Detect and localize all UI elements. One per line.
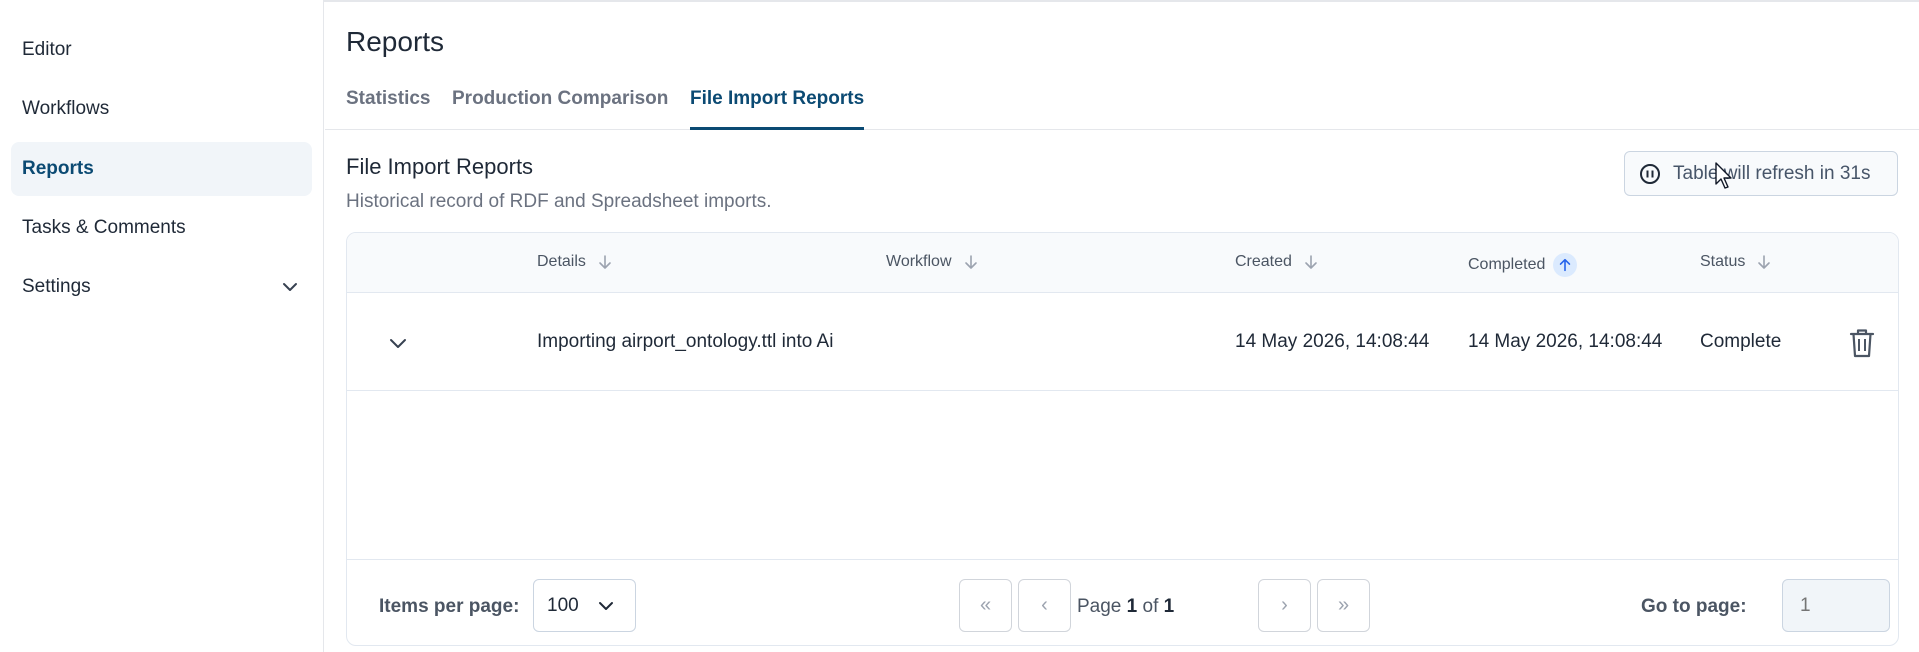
- go-to-page-label: Go to page:: [1641, 596, 1747, 617]
- sidebar: Editor Workflows Reports Tasks & Comment…: [0, 0, 324, 652]
- sidebar-item-editor[interactable]: Editor: [11, 23, 312, 77]
- column-label: Created: [1235, 253, 1292, 270]
- sidebar-item-settings[interactable]: Settings: [11, 260, 312, 314]
- table-row[interactable]: Importing airport_ontology.ttl into Ai 1…: [347, 294, 1898, 391]
- sidebar-item-workflows[interactable]: Workflows: [11, 82, 312, 136]
- refresh-label: Table will refresh in 31s: [1673, 162, 1871, 184]
- column-label: Workflow: [886, 253, 952, 270]
- go-to-page-input[interactable]: [1782, 579, 1890, 632]
- sort-arrow-icon: [1758, 255, 1771, 269]
- sidebar-item-label: Tasks & Comments: [22, 217, 186, 238]
- section-title: File Import Reports: [346, 154, 534, 179]
- column-label: Status: [1700, 253, 1746, 270]
- previous-page-button[interactable]: ‹: [1018, 579, 1071, 632]
- cursor-icon: [1715, 162, 1732, 189]
- column-label: Completed: [1468, 256, 1546, 273]
- main-content: Reports Statistics Production Comparison…: [325, 0, 1919, 652]
- tab-statistics[interactable]: Statistics: [346, 88, 430, 130]
- sort-arrow-icon: [964, 255, 977, 269]
- page-indicator: Page 1 of 1: [1077, 596, 1174, 618]
- sidebar-item-label: Workflows: [22, 98, 110, 119]
- sort-arrow-icon: [599, 255, 611, 269]
- column-header-workflow[interactable]: Workflow: [886, 253, 980, 271]
- items-per-page-label: Items per page:: [379, 596, 520, 617]
- chevron-down-icon: [599, 602, 613, 610]
- sidebar-item-tasks-comments[interactable]: Tasks & Comments: [11, 201, 312, 255]
- tab-bar: Statistics Production Comparison File Im…: [325, 80, 1919, 130]
- sidebar-item-label: Editor: [22, 39, 72, 60]
- section-subtitle: Historical record of RDF and Spreadsheet…: [346, 191, 772, 212]
- refresh-toggle-button[interactable]: Table will refresh in 31s: [1624, 151, 1898, 196]
- column-header-status[interactable]: Status: [1700, 253, 1773, 271]
- cell-created: 14 May 2026, 14:08:44: [1235, 331, 1430, 352]
- tab-production-comparison[interactable]: Production Comparison: [452, 88, 668, 130]
- total-pages: 1: [1163, 596, 1175, 617]
- page-of-label: of: [1142, 596, 1159, 617]
- table-footer: Items per page: 100 « ‹ Page 1 of 1 › » …: [347, 559, 1898, 645]
- items-per-page-value: 100: [547, 594, 579, 616]
- tab-file-import-reports[interactable]: File Import Reports: [690, 88, 865, 130]
- column-header-details[interactable]: Details: [537, 253, 614, 271]
- sidebar-item-reports[interactable]: Reports: [11, 142, 312, 196]
- column-label: Details: [537, 253, 586, 270]
- items-per-page-select[interactable]: 100: [533, 579, 636, 632]
- sort-active-indicator: [1553, 253, 1578, 277]
- chevron-down-icon[interactable]: [385, 330, 411, 356]
- sort-arrow-up-icon: [1560, 258, 1571, 272]
- first-page-button[interactable]: «: [959, 579, 1012, 632]
- column-header-created[interactable]: Created: [1235, 253, 1320, 271]
- reports-table: Details Workflow Created Completed Statu…: [346, 232, 1899, 646]
- pause-circle-icon: [1640, 163, 1660, 184]
- sidebar-item-label: Reports: [22, 158, 94, 179]
- current-page: 1: [1126, 596, 1138, 617]
- page-prefix: Page: [1077, 596, 1122, 617]
- sort-arrow-icon: [1305, 255, 1317, 269]
- trash-icon[interactable]: [1847, 327, 1877, 359]
- cell-status: Complete: [1700, 331, 1782, 352]
- cell-completed: 14 May 2026, 14:08:44: [1468, 331, 1663, 352]
- column-header-completed[interactable]: Completed: [1468, 253, 1578, 277]
- last-page-button[interactable]: »: [1317, 579, 1370, 632]
- table-header: Details Workflow Created Completed Statu…: [347, 233, 1898, 293]
- chevron-down-icon: [283, 283, 297, 291]
- next-page-button[interactable]: ›: [1258, 579, 1311, 632]
- page-title: Reports: [346, 26, 445, 57]
- cell-details: Importing airport_ontology.ttl into Ai: [537, 331, 834, 352]
- sidebar-item-label: Settings: [22, 276, 91, 297]
